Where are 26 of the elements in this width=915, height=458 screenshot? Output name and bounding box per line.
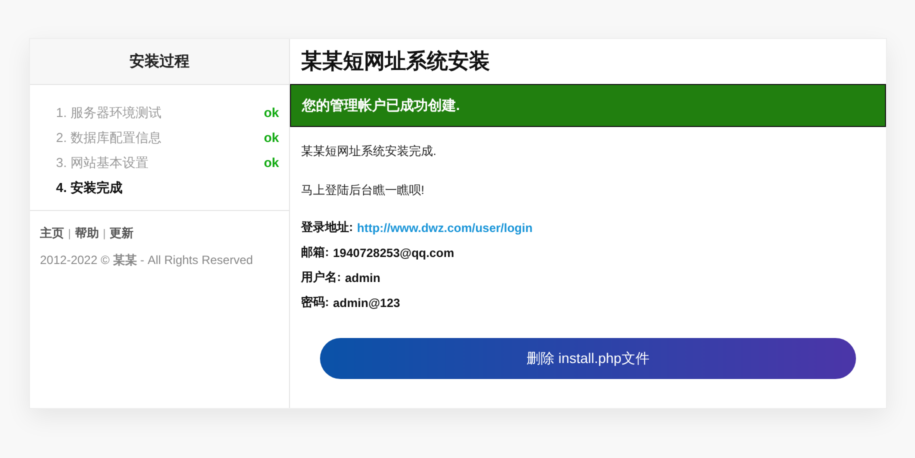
step-label: 4. 安装完成 bbox=[56, 178, 122, 196]
detail-label: 密码: bbox=[301, 294, 329, 311]
detail-label: 用户名: bbox=[301, 269, 341, 286]
step-label: 3. 网站基本设置 bbox=[56, 154, 148, 172]
detail-value: admin@123 bbox=[333, 296, 400, 310]
footer-link[interactable]: 帮助 bbox=[74, 225, 99, 242]
message-text: 某某短网址系统安装完成. bbox=[301, 143, 438, 160]
step-label: 2. 数据库配置信息 bbox=[56, 128, 162, 146]
footer-link[interactable]: 主页 bbox=[40, 225, 64, 242]
step-label: 1. 服务器环境测试 bbox=[56, 104, 162, 122]
page-title: 某某短网址系统安装 bbox=[300, 48, 491, 75]
detail-label: 登录地址: bbox=[301, 219, 353, 236]
detail-value: 1940728253@qq.com bbox=[333, 246, 454, 260]
detail-label: 邮箱: bbox=[301, 244, 329, 261]
copyright-text: 2012-2022 © 某某 - All Rights Reserved bbox=[40, 252, 254, 269]
detail-value: admin bbox=[345, 270, 380, 284]
step-status: ok bbox=[264, 155, 279, 170]
footer-link[interactable]: 更新 bbox=[110, 225, 134, 242]
success-message: 您的管理帐户已成功创建. bbox=[302, 96, 460, 114]
delete-file-button[interactable]: 删除 install.php文件 bbox=[320, 338, 856, 379]
step-status: ok bbox=[264, 130, 279, 145]
link-separator: | bbox=[68, 228, 71, 240]
step-status: ok bbox=[264, 105, 279, 120]
link-separator: | bbox=[102, 228, 106, 240]
message-text: 马上登陆后台瞧一瞧呗! bbox=[301, 182, 426, 199]
sidebar-title: 安装过程 bbox=[130, 52, 190, 71]
